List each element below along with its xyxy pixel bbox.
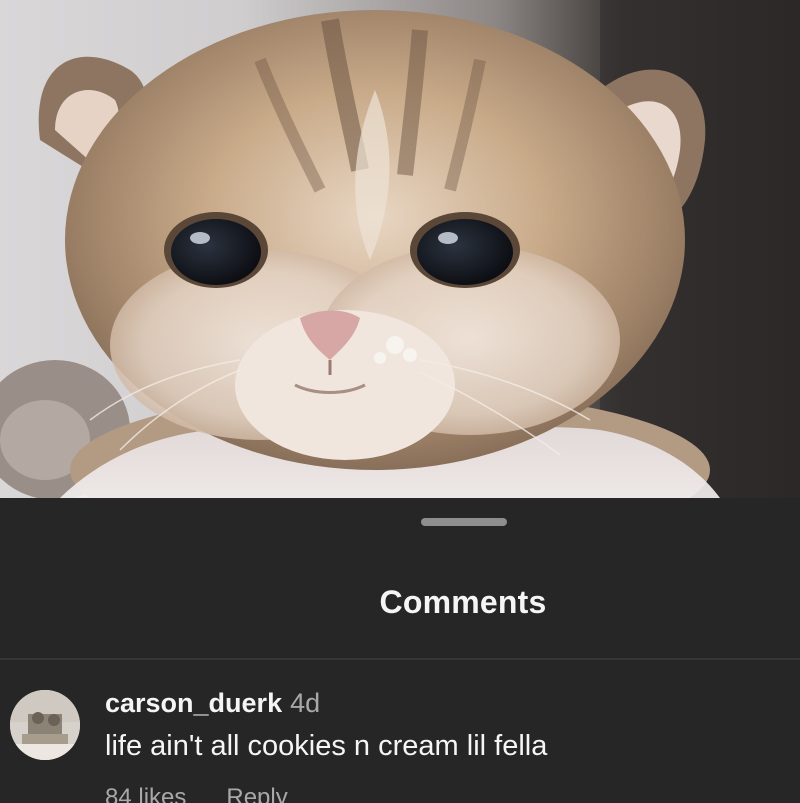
comment-header: carson_duerk 4d	[105, 688, 320, 719]
divider	[0, 658, 800, 660]
avatar-image	[10, 690, 80, 760]
comment-timestamp: 4d	[290, 688, 321, 718]
comment-likes[interactable]: 84 likes	[105, 784, 186, 803]
comments-sheet: Comments carson_duerk 4d life ain't all c…	[0, 498, 800, 803]
comment-text: life ain't all cookies n cream lil fella	[105, 730, 548, 762]
avatar[interactable]	[10, 690, 80, 760]
drag-handle[interactable]	[421, 518, 507, 526]
comment-username[interactable]: carson_duerk	[105, 688, 282, 718]
sheet-title: Comments	[379, 584, 547, 620]
kitten-image	[0, 0, 800, 498]
instagram-comments-screen: Comments carson_duerk 4d life ain't all c…	[0, 0, 800, 803]
post-photo[interactable]	[0, 0, 800, 498]
comment-meta: 84 likes Reply	[105, 784, 288, 803]
comment-item: carson_duerk 4d life ain't all cookies n …	[0, 686, 800, 803]
reply-button[interactable]: Reply	[226, 784, 287, 803]
